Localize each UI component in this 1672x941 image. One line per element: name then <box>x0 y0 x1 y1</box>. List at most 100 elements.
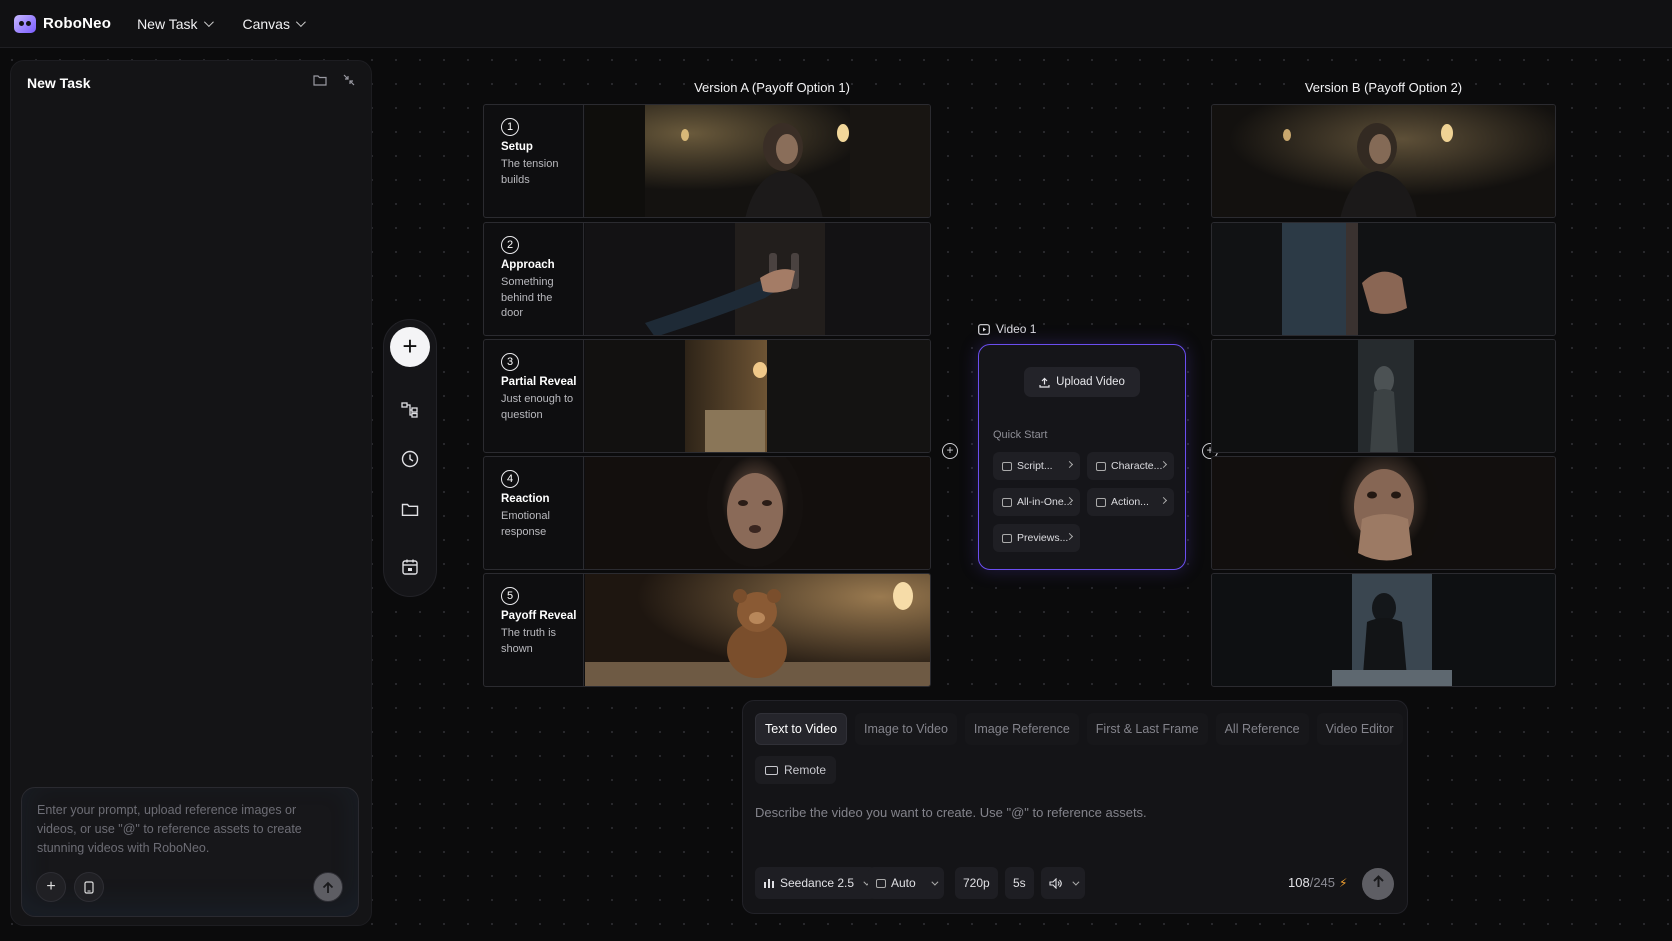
workflow-icon[interactable] <box>399 399 421 421</box>
storyboard-row[interactable]: 5 Payoff Reveal The truth is shown <box>483 573 931 687</box>
step-title: Reaction <box>501 493 550 505</box>
calendar-icon[interactable] <box>399 556 421 578</box>
credits-total: /245 <box>1309 875 1336 890</box>
top-bar: RoboNeo New Task Canvas <box>0 0 1672 48</box>
quick-start-character[interactable]: Characte... <box>1087 452 1174 480</box>
storyboard-row[interactable]: 2 Approach Something behind the door <box>483 222 931 336</box>
scene-thumbnail[interactable] <box>585 457 930 569</box>
step-description: The truth is shown <box>501 627 557 655</box>
prompt-box[interactable]: Enter your prompt, upload reference imag… <box>21 787 359 917</box>
tab-image-reference[interactable]: Image Reference <box>964 713 1079 745</box>
aspect-ratio-icon <box>876 878 886 888</box>
storyboard-row[interactable] <box>1211 456 1556 570</box>
template-icon <box>1002 533 1012 543</box>
step-description: The tension builds <box>501 158 559 186</box>
step-number: 2 <box>501 236 519 254</box>
step-description: Just enough to question <box>501 393 574 421</box>
step-title: Payoff Reveal <box>501 610 577 622</box>
new-task-menu[interactable]: New Task <box>137 15 214 32</box>
scene-thumbnail[interactable] <box>585 574 930 686</box>
storyboard-row[interactable]: 1 Setup The tension builds <box>483 104 931 218</box>
step-number: 4 <box>501 470 519 488</box>
video-generator-panel: Text to Video Image to Video Image Refer… <box>742 700 1408 914</box>
step-number: 1 <box>501 118 519 136</box>
remote-button[interactable]: Remote <box>755 756 837 784</box>
step-label: 3 Partial Reveal Just enough to question <box>484 340 584 452</box>
step-title: Setup <box>501 141 533 153</box>
chevron-down-icon <box>931 878 939 886</box>
scene-thumbnail[interactable] <box>585 223 930 335</box>
connect-handle-left[interactable]: + <box>942 443 958 459</box>
collapse-icon[interactable] <box>340 73 358 91</box>
upload-icon <box>1039 377 1050 388</box>
quick-start-action[interactable]: Action... <box>1087 488 1174 516</box>
storyboard-row[interactable] <box>1211 222 1556 336</box>
upload-video-button[interactable]: Upload Video <box>1024 367 1140 397</box>
tool-rail: + <box>383 319 437 597</box>
generate-button[interactable] <box>1362 868 1394 900</box>
add-node-button[interactable]: + <box>390 327 430 367</box>
scene-thumbnail[interactable] <box>1212 223 1555 335</box>
audio-toggle[interactable] <box>1041 867 1085 899</box>
brand-name: RoboNeo <box>43 15 112 32</box>
chevron-right-icon <box>1065 460 1074 469</box>
step-label: 5 Payoff Reveal The truth is shown <box>484 574 584 686</box>
template-icon <box>1096 497 1106 507</box>
history-icon[interactable] <box>399 448 421 470</box>
folder-icon[interactable] <box>311 73 329 91</box>
step-number: 3 <box>501 353 519 371</box>
template-icon <box>1096 461 1106 471</box>
duration-label: 5s <box>1013 876 1026 890</box>
quick-start-label: Quick Start <box>993 429 1048 441</box>
canvas-menu[interactable]: Canvas <box>243 16 306 32</box>
scene-thumbnail[interactable] <box>585 340 930 452</box>
step-label: 2 Approach Something behind the door <box>484 223 584 335</box>
chevron-down-icon <box>295 17 306 28</box>
template-icon <box>1002 461 1012 471</box>
model-select[interactable]: Seedance 2.5 <box>755 867 877 899</box>
storyboard-row[interactable] <box>1211 573 1556 687</box>
new-task-menu-label: New Task <box>137 15 198 32</box>
quick-start-script[interactable]: Script... <box>993 452 1080 480</box>
video-icon <box>978 323 990 335</box>
tab-first-last-frame[interactable]: First & Last Frame <box>1086 713 1208 745</box>
version-b-title: Version B (Payoff Option 2) <box>1304 80 1463 95</box>
storyboard-row[interactable]: 3 Partial Reveal Just enough to question <box>483 339 931 453</box>
folder-icon[interactable] <box>399 498 421 520</box>
video-node-title: Video 1 <box>996 322 1037 336</box>
tab-text-to-video[interactable]: Text to Video <box>755 713 848 745</box>
lightning-icon: ⚡ <box>1339 876 1348 890</box>
video-node[interactable]: Upload Video Quick Start Script... Chara… <box>978 344 1186 570</box>
storyboard-row[interactable]: 4 Reaction Emotional response <box>483 456 931 570</box>
scene-thumbnail[interactable] <box>1212 574 1555 686</box>
chip-label: Action... <box>1111 496 1149 508</box>
remote-label: Remote <box>784 763 827 777</box>
brand[interactable]: RoboNeo <box>14 14 112 33</box>
prompt-placeholder[interactable]: Enter your prompt, upload reference imag… <box>37 801 337 858</box>
video-prompt-input[interactable]: Describe the video you want to create. U… <box>755 805 1147 820</box>
speaker-icon <box>1049 877 1062 889</box>
scene-thumbnail[interactable] <box>1212 340 1555 452</box>
resolution-label: 720p <box>963 876 990 890</box>
bars-icon <box>764 879 774 888</box>
aspect-ratio-select[interactable]: Auto <box>868 867 944 899</box>
step-label: 4 Reaction Emotional response <box>484 457 584 569</box>
duration-select[interactable]: 5s <box>1005 867 1034 899</box>
tab-all-reference[interactable]: All Reference <box>1215 713 1309 745</box>
storyboard-row[interactable] <box>1211 104 1556 218</box>
aspect-ratio-label: Auto <box>891 876 916 890</box>
tab-video-editor[interactable]: Video Editor <box>1316 713 1403 745</box>
step-number: 5 <box>501 587 519 605</box>
scene-thumbnail[interactable] <box>585 105 930 217</box>
send-prompt-button[interactable] <box>313 872 343 902</box>
scene-thumbnail[interactable] <box>1212 457 1555 569</box>
add-attachment-button[interactable]: + <box>36 872 66 902</box>
tab-image-to-video[interactable]: Image to Video <box>855 713 957 745</box>
quick-start-all-in-one[interactable]: All-in-One... <box>993 488 1080 516</box>
storyboard-row[interactable] <box>1211 339 1556 453</box>
scene-thumbnail[interactable] <box>1212 105 1555 217</box>
chevron-down-icon <box>203 17 214 28</box>
device-icon[interactable] <box>74 872 104 902</box>
quick-start-previews[interactable]: Previews... <box>993 524 1080 552</box>
resolution-select[interactable]: 720p <box>955 867 998 899</box>
